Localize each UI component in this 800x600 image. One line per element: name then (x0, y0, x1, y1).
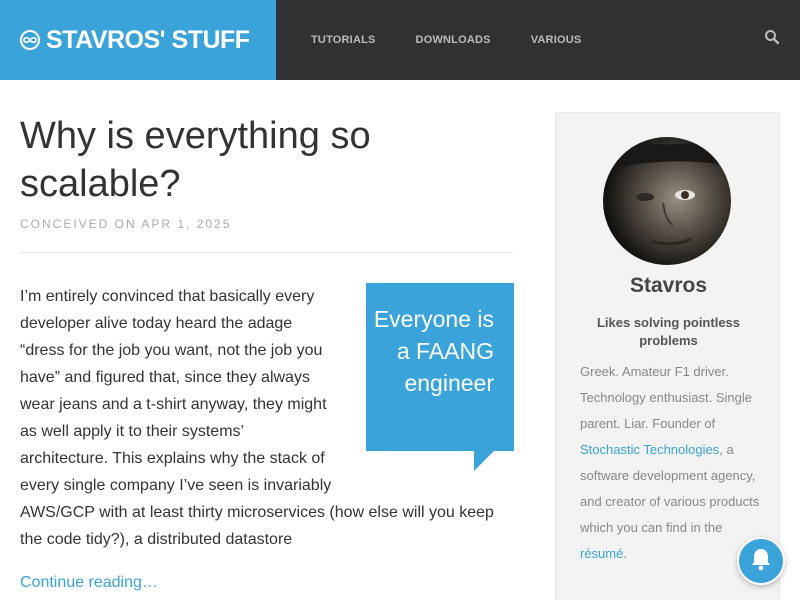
author-name: Stavros (629, 274, 708, 297)
logo-circle-icon (20, 30, 40, 50)
author-sidebar: Stavros Likes solving pointless problems… (555, 112, 780, 600)
nav-item-tutorials[interactable]: TUTORIALS (311, 34, 376, 46)
author-tagline: Likes solving pointless problems (596, 315, 741, 348)
divider (20, 252, 514, 253)
resume-link[interactable]: résumé (580, 546, 623, 561)
main-nav: TUTORIALS DOWNLOADS VARIOUS (311, 0, 621, 80)
post-meta: CONCEIVED ON APR 1, 2025 (20, 217, 232, 231)
top-navigation-bar: STAVROS' STUFF TUTORIALS DOWNLOADS VARIO… (0, 0, 800, 80)
post-title[interactable]: Why is everything so scalable? (20, 112, 520, 208)
author-bio: Greek. Amateur F1 driver. Technology ent… (580, 359, 765, 567)
continue-reading-link[interactable]: Continue reading… (20, 574, 158, 592)
nav-item-downloads[interactable]: DOWNLOADS (416, 34, 491, 46)
pullquote: Everyone is a FAANG engineer (366, 283, 514, 451)
site-title: STAVROS' STUFF (46, 25, 250, 54)
bell-icon (749, 546, 773, 577)
search-icon[interactable] (764, 29, 782, 47)
avatar (603, 137, 731, 265)
site-brand[interactable]: STAVROS' STUFF (0, 0, 276, 80)
stochastic-technologies-link[interactable]: Stochastic Technologies (580, 442, 719, 457)
bio-text-prefix: Greek. Amateur F1 driver. Technology ent… (580, 364, 753, 431)
bio-text-suffix: . (623, 546, 627, 561)
notification-bell-button[interactable] (737, 537, 785, 585)
pullquote-tail (474, 451, 494, 471)
nav-item-various[interactable]: VARIOUS (531, 34, 582, 46)
